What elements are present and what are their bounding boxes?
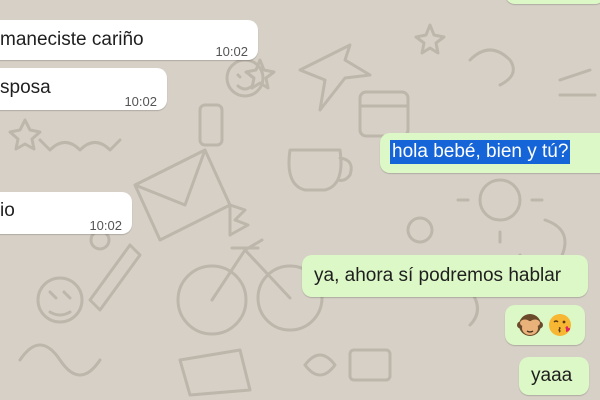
outgoing-message[interactable]: hola bebé, bien y tú? (380, 133, 600, 173)
outgoing-message-partial (505, 0, 600, 4)
message-text: ya, ahora sí podremos hablar (314, 265, 562, 286)
face-blowing-a-kiss-icon (549, 314, 571, 336)
outgoing-message[interactable]: yaaa (519, 357, 589, 395)
message-timestamp: 10:02 (215, 44, 248, 59)
message-text: maneciste cariño (0, 29, 144, 50)
selected-message-text[interactable]: hola bebé, bien y tú? (390, 140, 571, 164)
message-text: io (0, 200, 15, 221)
see-no-evil-monkey-icon (517, 314, 543, 336)
outgoing-message[interactable]: ya, ahora sí podremos hablar (302, 255, 588, 297)
message-timestamp: 10:02 (124, 94, 157, 109)
message-timestamp: 10:02 (89, 218, 122, 233)
message-text: yaaa (531, 365, 573, 386)
outgoing-emoji-message[interactable] (505, 305, 585, 345)
incoming-message[interactable]: sposa 10:02 (0, 68, 167, 110)
incoming-message[interactable]: maneciste cariño 10:02 (0, 20, 258, 60)
message-text: sposa (0, 77, 51, 98)
incoming-message[interactable]: io 10:02 (0, 192, 132, 234)
